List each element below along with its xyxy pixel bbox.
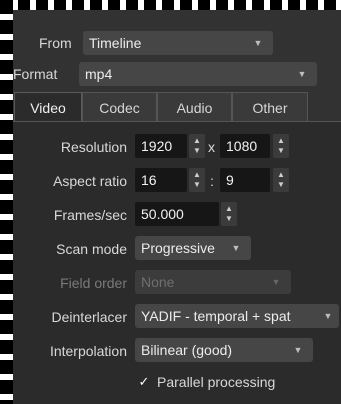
aspect-numerator-stepper[interactable]: ▲ ▼ xyxy=(189,168,205,192)
scan-mode-value: Progressive xyxy=(141,240,215,256)
dashed-border-left xyxy=(0,0,13,404)
dashed-border-top xyxy=(0,0,341,10)
chevron-down-icon: ▼ xyxy=(319,304,337,328)
tab-video[interactable]: Video xyxy=(14,92,82,122)
field-order-label: Field order xyxy=(60,275,127,291)
parallel-processing-label: Parallel processing xyxy=(157,374,276,390)
aspect-denominator-field[interactable]: 9 xyxy=(220,168,270,192)
fps-label: Frames/sec xyxy=(53,207,127,223)
resolution-width-stepper[interactable]: ▲ ▼ xyxy=(189,134,205,158)
resolution-height-stepper[interactable]: ▲ ▼ xyxy=(273,134,289,158)
field-order-value: None xyxy=(141,274,175,290)
aspect-separator: : xyxy=(210,173,214,189)
from-combo[interactable]: Timeline ▼ xyxy=(83,31,273,55)
tab-audio[interactable]: Audio xyxy=(157,92,232,122)
fps-stepper[interactable]: ▲ ▼ xyxy=(221,202,237,226)
scan-mode-combo[interactable]: Progressive ▼ xyxy=(135,236,251,260)
resolution-separator: x xyxy=(208,139,215,155)
format-value: mp4 xyxy=(85,66,113,82)
aspect-denominator-stepper[interactable]: ▲ ▼ xyxy=(273,168,289,192)
format-label: Format xyxy=(13,66,58,82)
from-value: Timeline xyxy=(89,35,142,51)
chevron-down-icon: ▼ xyxy=(289,338,307,362)
interpolation-combo[interactable]: Bilinear (good) ▼ xyxy=(135,338,313,362)
aspect-ratio-label: Aspect ratio xyxy=(53,173,127,189)
chevron-down-icon: ▼ xyxy=(267,270,285,294)
checkmark-icon: ✓ xyxy=(138,374,150,389)
chevron-down-icon: ▼ xyxy=(249,31,267,55)
deinterlacer-combo[interactable]: YADIF - temporal + spat ▼ xyxy=(135,304,339,328)
video-tab-pane: Resolution 1920 ▲ ▼ x 1080 ▲ ▼ Aspect rati… xyxy=(13,121,341,404)
export-panel: From Timeline ▼ Format mp4 ▼ Video Codec… xyxy=(13,10,341,404)
tab-codec[interactable]: Codec xyxy=(82,92,157,122)
tab-other[interactable]: Other xyxy=(232,92,308,122)
aspect-numerator-field[interactable]: 16 xyxy=(135,168,187,192)
deinterlacer-value: YADIF - temporal + spat xyxy=(141,308,291,324)
window-frame: From Timeline ▼ Format mp4 ▼ Video Codec… xyxy=(0,0,341,404)
resolution-width-field[interactable]: 1920 xyxy=(135,134,187,158)
resolution-label: Resolution xyxy=(60,139,127,155)
fps-field[interactable]: 50.000 xyxy=(135,202,219,226)
resolution-height-field[interactable]: 1080 xyxy=(220,134,270,158)
from-label: From xyxy=(39,35,72,51)
chevron-down-icon: ▼ xyxy=(227,236,245,260)
scan-mode-label: Scan mode xyxy=(56,241,127,257)
interpolation-label: Interpolation xyxy=(49,343,127,359)
format-combo[interactable]: mp4 ▼ xyxy=(79,62,317,86)
field-order-combo[interactable]: None ▼ xyxy=(135,270,291,294)
interpolation-value: Bilinear (good) xyxy=(141,342,233,358)
deinterlacer-label: Deinterlacer xyxy=(51,309,127,325)
parallel-processing-checkbox[interactable]: ✓ Parallel processing xyxy=(135,370,325,394)
chevron-down-icon: ▼ xyxy=(293,62,311,86)
